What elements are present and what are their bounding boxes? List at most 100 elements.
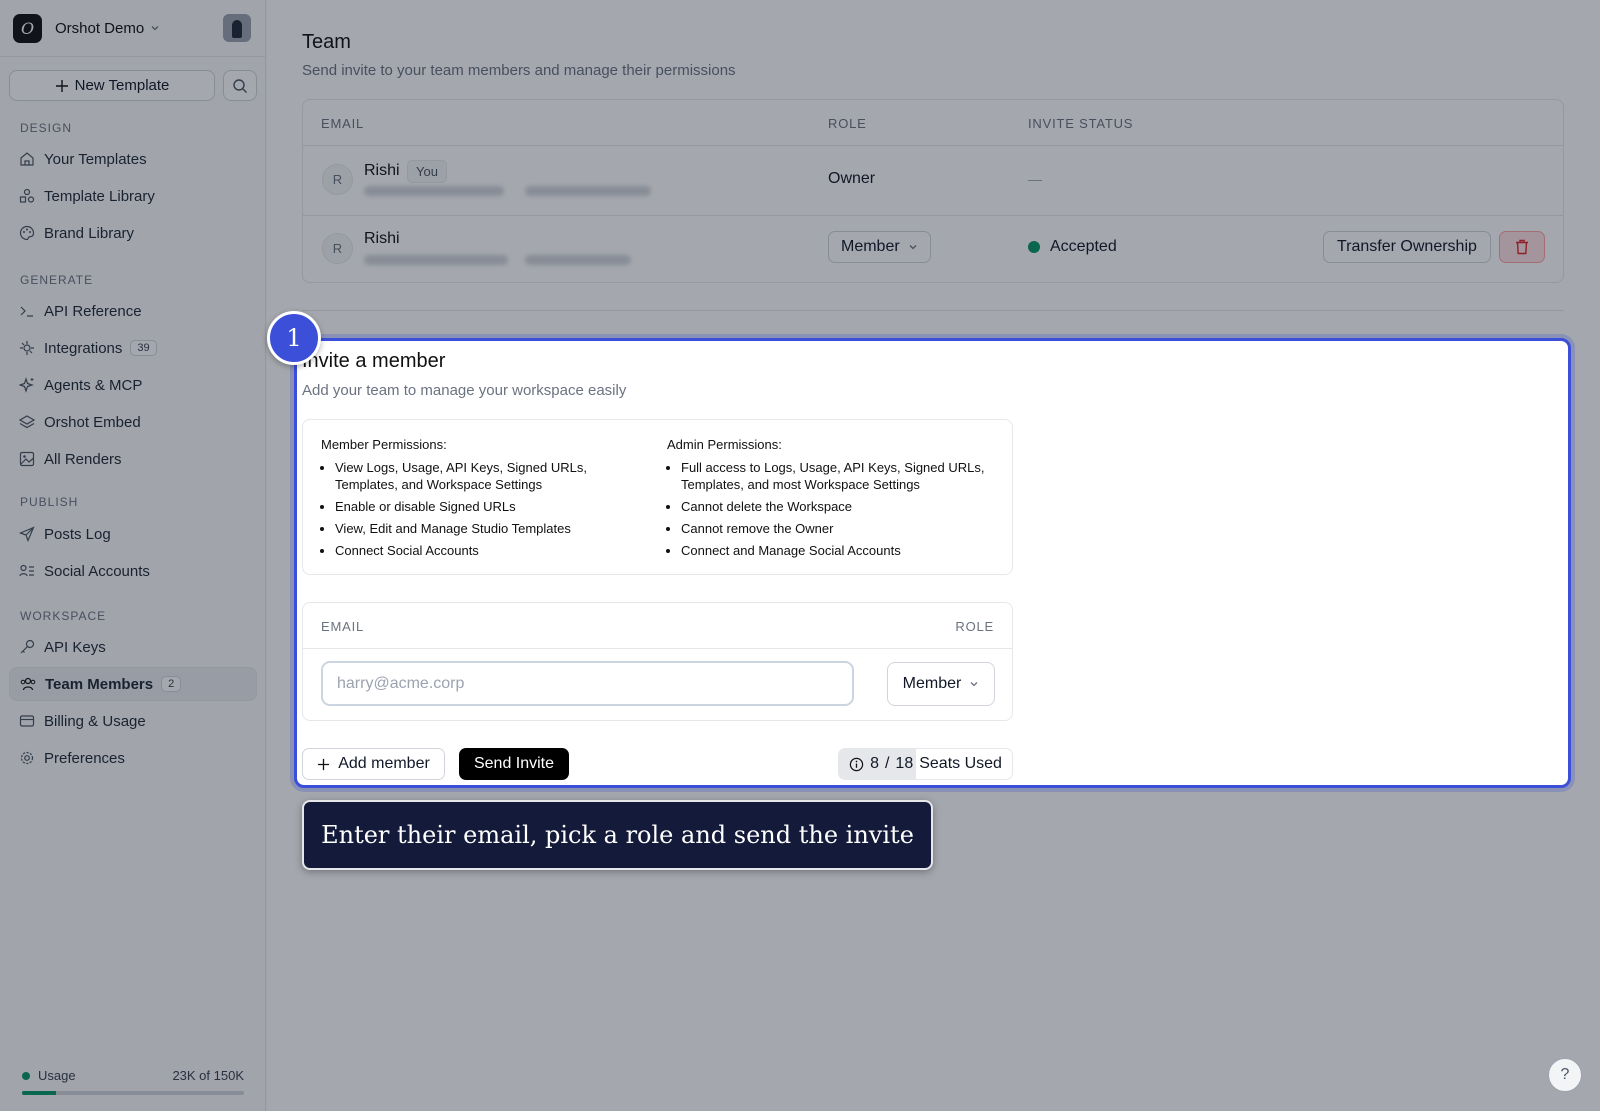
admin-permissions: Admin Permissions: Full access to Logs, … [667, 436, 997, 564]
role-value: Member [902, 675, 962, 692]
usage-meter[interactable]: Usage 23K of 150K [22, 1068, 244, 1095]
send-icon [19, 526, 35, 542]
user-list-icon [19, 564, 34, 577]
tour-step-badge: 1 [267, 311, 321, 365]
divider [303, 648, 1012, 649]
status-dot [1028, 241, 1040, 253]
sidebar-item-brand-library[interactable]: Brand Library [9, 216, 257, 250]
usage-amount: 23K of 150K [172, 1068, 244, 1083]
seats-used-indicator: 8 / 18 Seats Used [838, 748, 1013, 780]
sidebar-item-template-library[interactable]: Template Library [9, 179, 257, 213]
sidebar-item-team-members[interactable]: Team Members 2 [9, 667, 257, 701]
credit-card-icon [19, 715, 35, 727]
member-permissions: Member Permissions: View Logs, Usage, AP… [321, 436, 651, 564]
chevron-down-icon [909, 245, 917, 250]
sidebar-item-label: Preferences [44, 749, 125, 767]
usage-status-dot [22, 1071, 30, 1080]
terminal-icon [20, 306, 33, 317]
sidebar-item-agents-mcp[interactable]: Agents & MCP [9, 368, 257, 402]
sidebar-item-label: Your Templates [44, 150, 147, 168]
permission-item: Full access to Logs, Usage, API Keys, Si… [681, 459, 997, 493]
permissions-box: Member Permissions: View Logs, Usage, AP… [302, 419, 1013, 575]
team-members-table: EMAIL ROLE INVITE STATUS R Rishi You Own… [302, 99, 1564, 283]
divider [0, 56, 265, 57]
user-avatar[interactable] [223, 14, 251, 42]
plus-icon [55, 79, 68, 92]
you-badge: You [407, 160, 447, 183]
help-button[interactable]: ? [1548, 1058, 1582, 1092]
sparkles-icon [19, 377, 34, 393]
delete-member-button[interactable] [1499, 231, 1545, 263]
column-header-email: EMAIL [321, 116, 365, 131]
admin-permissions-title: Admin Permissions: [667, 437, 782, 452]
new-template-label: New Template [74, 77, 170, 94]
sidebar-item-label: Template Library [44, 187, 155, 205]
permission-item: Connect and Manage Social Accounts [681, 542, 997, 559]
add-member-button[interactable]: Add member [302, 748, 445, 780]
role-select[interactable]: Member [887, 662, 995, 706]
search-icon [233, 78, 247, 93]
sidebar-item-social-accounts[interactable]: Social Accounts [9, 554, 257, 588]
permission-item: Enable or disable Signed URLs [335, 498, 651, 515]
sidebar-item-label: API Keys [44, 638, 106, 656]
shapes-icon [19, 188, 35, 203]
invite-subtitle: Add your team to manage your workspace e… [302, 382, 627, 399]
section-label-design: DESIGN [20, 121, 73, 135]
redacted-email [525, 255, 631, 265]
sidebar-item-all-renders[interactable]: All Renders [9, 442, 257, 476]
permission-item: Cannot remove the Owner [681, 520, 997, 537]
sidebar-item-billing-usage[interactable]: Billing & Usage [9, 704, 257, 738]
member-role-select[interactable]: Member [828, 231, 931, 263]
transfer-ownership-button[interactable]: Transfer Ownership [1323, 231, 1491, 263]
usage-progress-fill [22, 1091, 56, 1095]
sidebar-item-integrations[interactable]: Integrations 39 [9, 331, 257, 365]
permission-item: View Logs, Usage, API Keys, Signed URLs,… [335, 459, 651, 493]
invite-status: Accepted [1028, 238, 1117, 256]
sidebar-item-your-templates[interactable]: Your Templates [9, 142, 257, 176]
redacted-email [364, 255, 508, 265]
role-column-header: ROLE [955, 619, 994, 634]
sidebar-item-label: Orshot Embed [44, 413, 141, 431]
sidebar-item-label: API Reference [44, 302, 142, 320]
sidebar-item-preferences[interactable]: Preferences [9, 741, 257, 775]
send-invite-button[interactable]: Send Invite [459, 748, 569, 780]
status-label: Accepted [1050, 238, 1117, 255]
divider [302, 310, 1564, 311]
permission-item: Connect Social Accounts [335, 542, 651, 559]
sidebar-item-api-reference[interactable]: API Reference [9, 294, 257, 328]
permission-item: Cannot delete the Workspace [681, 498, 997, 515]
workspace-switcher[interactable]: O Orshot Demo [13, 13, 251, 43]
email-field[interactable] [321, 661, 854, 706]
sidebar-item-posts-log[interactable]: Posts Log [9, 517, 257, 551]
column-header-invite-status: INVITE STATUS [1028, 116, 1134, 131]
seats-used-label: Seats Used [919, 755, 1002, 772]
email-column-header: EMAIL [321, 619, 365, 634]
sidebar-item-api-keys[interactable]: API Keys [9, 630, 257, 664]
add-member-label: Add member [338, 755, 430, 772]
section-label-generate: GENERATE [20, 273, 94, 287]
sidebar: O Orshot Demo New Template DESIGN Your T… [0, 0, 266, 1111]
member-name: Rishi [364, 162, 400, 179]
users-icon [20, 677, 36, 691]
info-icon [849, 757, 864, 771]
invite-form: EMAIL ROLE Member [302, 602, 1013, 721]
trash-icon [1516, 239, 1528, 255]
sidebar-item-label: Posts Log [44, 525, 111, 543]
usage-progress-bar [22, 1091, 244, 1095]
sidebar-item-label: Integrations [44, 339, 123, 357]
palette-icon [19, 225, 35, 241]
member-name: Rishi [364, 230, 400, 247]
sidebar-item-orshot-embed[interactable]: Orshot Embed [9, 405, 257, 439]
invite-title: Invite a member [302, 350, 446, 372]
new-template-button[interactable]: New Template [9, 70, 215, 101]
page-title: Team [302, 31, 351, 53]
search-button[interactable] [223, 70, 257, 101]
workspace-name: Orshot Demo [55, 19, 145, 37]
member-permissions-title: Member Permissions: [321, 437, 447, 452]
plug-icon [20, 341, 34, 355]
divider [303, 215, 1563, 216]
section-label-workspace: WORKSPACE [20, 609, 107, 623]
sidebar-item-label: Agents & MCP [44, 376, 143, 394]
orshot-logo: O [13, 13, 42, 43]
member-role: Owner [828, 170, 876, 187]
